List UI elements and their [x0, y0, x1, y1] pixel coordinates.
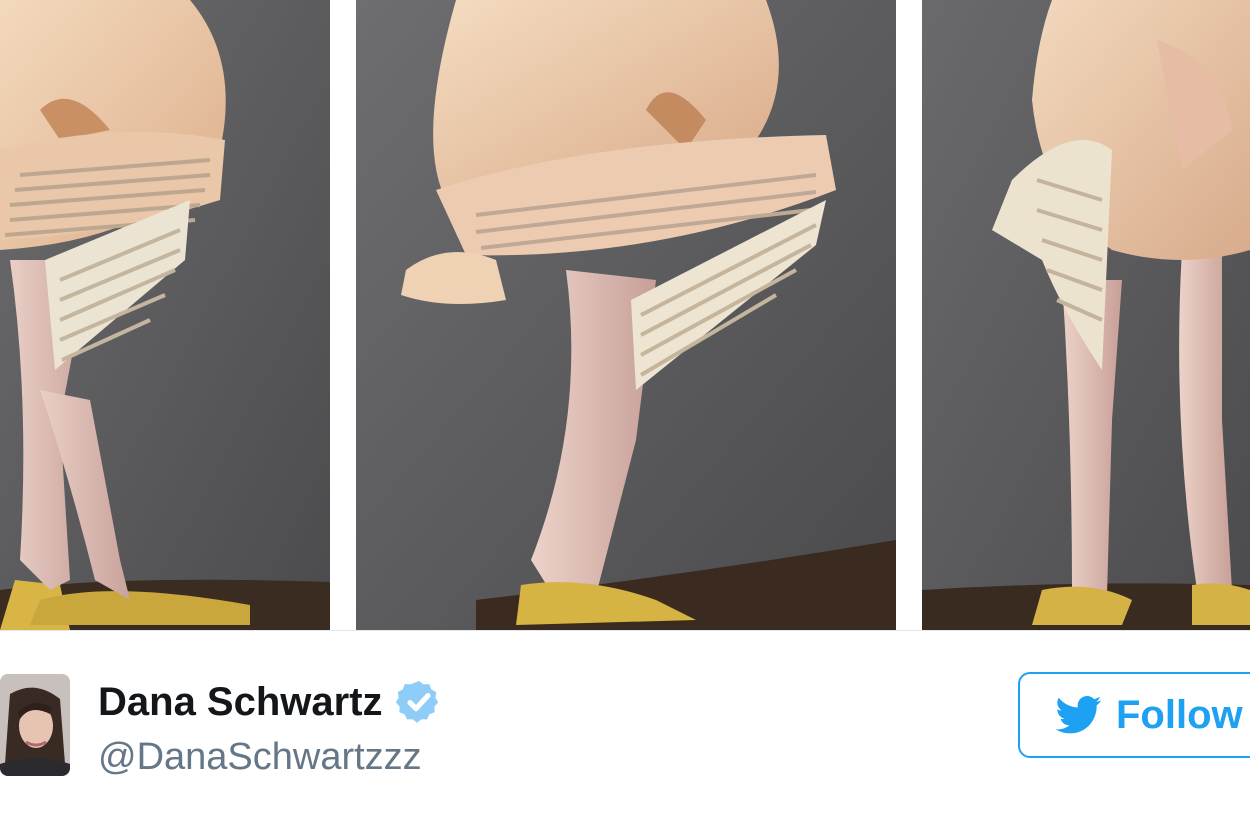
media-divider: [0, 630, 1250, 631]
author-handle[interactable]: @DanaSchwartzzz: [98, 734, 422, 780]
verified-badge-icon: [395, 681, 438, 723]
plucked-bird-image-2: [356, 0, 896, 630]
plucked-bird-image-1: [0, 0, 330, 630]
author-display-name[interactable]: Dana Schwartz: [98, 678, 383, 726]
follow-button-label: Follow: [1116, 692, 1243, 737]
media-photo-2[interactable]: [356, 0, 896, 630]
tweet-author-bar: Dana Schwartz @DanaSchwartzzz Follow: [0, 650, 1250, 800]
author-name-row: Dana Schwartz: [98, 678, 443, 726]
media-photo-3[interactable]: [922, 0, 1250, 630]
avatar-image: [0, 674, 70, 776]
media-photo-1[interactable]: [0, 0, 330, 630]
twitter-bird-icon: [1056, 696, 1102, 734]
avatar[interactable]: [0, 674, 70, 776]
plucked-bird-image-3: [922, 0, 1250, 630]
tweet-media-grid: [0, 0, 1250, 630]
follow-button[interactable]: Follow: [1018, 672, 1250, 758]
